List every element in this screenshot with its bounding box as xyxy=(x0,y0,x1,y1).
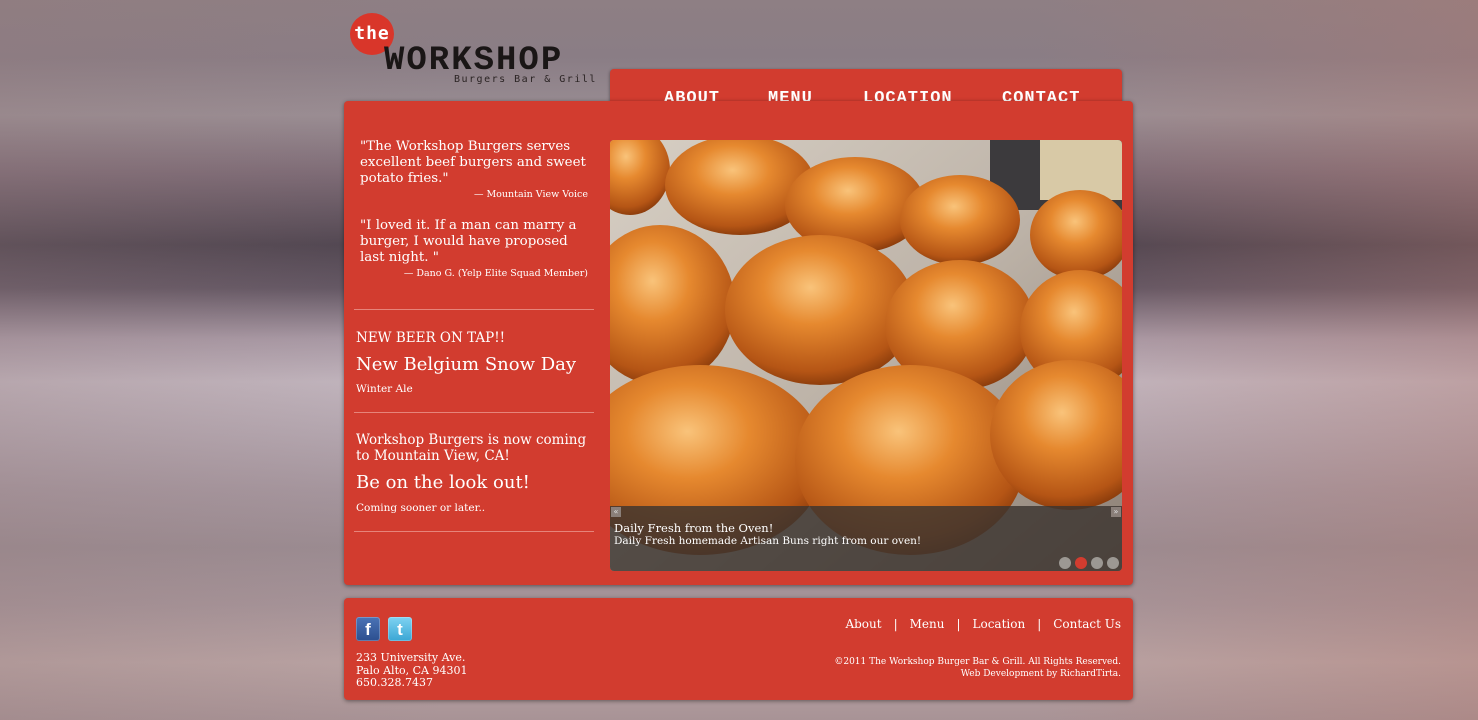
footer-separator: | xyxy=(893,617,898,631)
footer-separator: | xyxy=(1037,617,1042,631)
facebook-icon[interactable]: f xyxy=(356,617,380,641)
divider xyxy=(354,531,594,532)
review-attribution: — Dano G. (Yelp Elite Squad Member) xyxy=(403,268,588,279)
phone-number: 650.328.7437 xyxy=(356,676,433,689)
credit-text[interactable]: Web Development by RichardTirta. xyxy=(834,668,1121,680)
news-subtitle: Winter Ale xyxy=(356,383,413,395)
logo-tagline: Burgers Bar & Grill xyxy=(454,74,597,85)
copyright: ©2011 The Workshop Burger Bar & Grill. A… xyxy=(834,656,1121,680)
social-links: f t xyxy=(356,617,412,641)
divider xyxy=(354,412,594,413)
slide-dot[interactable] xyxy=(1091,557,1103,569)
prev-arrow-icon[interactable]: « xyxy=(611,507,621,517)
footer-separator: | xyxy=(956,617,961,631)
caption-subtitle: Daily Fresh homemade Artisan Buns right … xyxy=(614,535,922,547)
footer-link-menu[interactable]: Menu xyxy=(910,617,945,631)
site-logo[interactable]: the WORKSHOP Burgers Bar & Grill xyxy=(348,12,600,90)
copyright-text: ©2011 The Workshop Burger Bar & Grill. A… xyxy=(834,657,1121,667)
footer-nav: About | Menu | Location | Contact Us xyxy=(845,617,1121,631)
review-quote: "The Workshop Burgers serves excellent b… xyxy=(360,139,586,186)
news-heading: Workshop Burgers is now coming to Mounta… xyxy=(356,432,587,464)
sidebar: "The Workshop Burgers serves excellent b… xyxy=(354,139,594,532)
review-attribution: — Mountain View Voice xyxy=(473,189,588,200)
footer-link-location[interactable]: Location xyxy=(973,617,1026,631)
news-subtitle: Coming sooner or later.. xyxy=(356,502,486,514)
next-arrow-icon[interactable]: » xyxy=(1111,507,1121,517)
image-slideshow[interactable]: Daily Fresh from the Oven! Daily Fresh h… xyxy=(610,140,1122,571)
news-title: Be on the look out! xyxy=(356,472,530,493)
slide-dot[interactable] xyxy=(1107,557,1119,569)
divider xyxy=(354,309,594,310)
review-quote: "I loved it. If a man can marry a burger… xyxy=(360,218,577,265)
footer: f t 233 University Ave. Palo Alto, CA 94… xyxy=(344,598,1133,700)
news-heading: NEW BEER ON TAP!! xyxy=(356,330,506,346)
footer-link-about[interactable]: About xyxy=(845,617,881,631)
twitter-icon[interactable]: t xyxy=(388,617,412,641)
news-title: New Belgium Snow Day xyxy=(356,354,577,375)
slide-pager xyxy=(1059,557,1119,569)
address-street: 233 University Ave. xyxy=(356,651,466,664)
caption-title: Daily Fresh from the Oven! xyxy=(614,521,774,535)
slide-dot-active[interactable] xyxy=(1075,557,1087,569)
slide-dot[interactable] xyxy=(1059,557,1071,569)
footer-link-contact[interactable]: Contact Us xyxy=(1053,617,1121,631)
slide-caption: Daily Fresh from the Oven! Daily Fresh h… xyxy=(610,506,1122,571)
address: 233 University Ave. Palo Alto, CA 94301 … xyxy=(356,651,467,690)
